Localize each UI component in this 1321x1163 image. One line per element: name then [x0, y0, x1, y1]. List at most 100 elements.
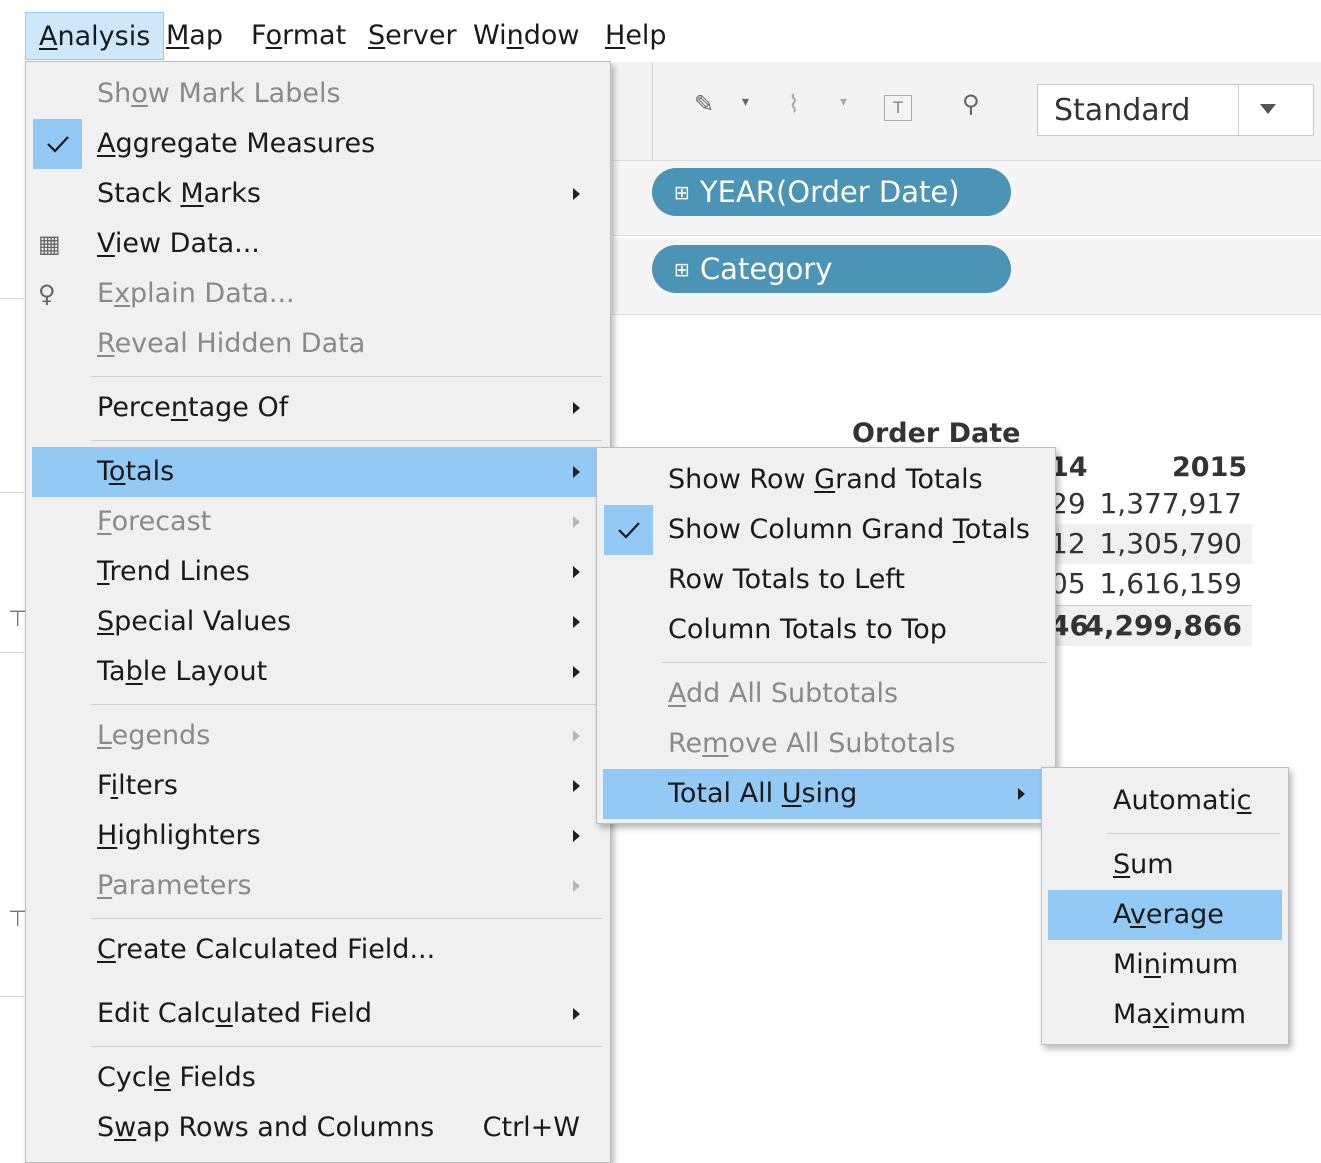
checkmark-icon	[33, 119, 82, 169]
pill-label: Category	[699, 252, 833, 286]
menu-item-show-column-grand-totals[interactable]: Show Column Grand Totals	[603, 505, 1049, 555]
menu-map[interactable]: Map	[153, 12, 236, 60]
expand-icon[interactable]: ⊞	[674, 182, 690, 204]
menu-item-total-all-using[interactable]: Total All Using	[603, 769, 1049, 819]
menu-item-maximum[interactable]: Maximum	[1048, 990, 1282, 1040]
paperclip-icon[interactable]: ⌇	[788, 90, 800, 118]
menu-item-label: View Data...	[97, 228, 260, 259]
chevron-down-icon[interactable]: ▾	[742, 94, 749, 110]
menu-item-label: Reveal Hidden Data	[97, 328, 366, 359]
fit-dropdown-value: Standard	[1054, 93, 1191, 128]
expand-icon[interactable]: ⊞	[674, 259, 690, 281]
highlight-pen-icon[interactable]: ✎	[694, 90, 714, 118]
menu-window[interactable]: Window	[460, 12, 592, 60]
analysis-menu: Show Mark Labels Aggregate Measures Stack …	[25, 61, 611, 1163]
pill-label: YEAR(Order Date)	[699, 175, 960, 209]
table-cell: 4,299,866	[1084, 609, 1242, 642]
menu-item-filters[interactable]: Filters	[32, 761, 604, 811]
menu-item-stack-marks[interactable]: Stack Marks	[32, 169, 604, 219]
menubar: Analysis Map Format Server Window Help	[0, 0, 1321, 62]
menu-item-add-all-subtotals[interactable]: Add All Subtotals	[603, 669, 1049, 719]
divider	[652, 62, 653, 160]
submenu-arrow-icon	[573, 616, 580, 628]
menu-item-label: Show Column Grand Totals	[668, 514, 1030, 545]
menu-item-highlighters[interactable]: Highlighters	[32, 811, 604, 861]
submenu-arrow-icon	[573, 466, 580, 478]
menu-item-legends[interactable]: Legends	[32, 711, 604, 761]
menu-separator	[91, 918, 602, 919]
menu-item-cycle-fields[interactable]: Cycle Fields	[32, 1053, 604, 1103]
checkmark-icon	[604, 505, 653, 555]
rows-pill[interactable]: ⊞ Category	[652, 245, 1011, 293]
fit-dropdown[interactable]: Standard	[1037, 84, 1314, 136]
submenu-arrow-icon	[573, 880, 580, 892]
column-header-title: Order Date	[852, 418, 1021, 449]
menu-item-table-layout[interactable]: Table Layout	[32, 647, 604, 697]
submenu-arrow-icon	[573, 830, 580, 842]
submenu-arrow-icon	[1018, 788, 1025, 800]
menu-help[interactable]: Help	[592, 12, 680, 60]
menu-item-automatic[interactable]: Automatic	[1048, 776, 1282, 826]
menu-item-totals[interactable]: Totals	[32, 447, 604, 497]
menu-item-sum[interactable]: Sum	[1048, 840, 1282, 890]
menu-item-label: Show Row Grand Totals	[668, 464, 983, 495]
menu-item-swap-rows-and-columns[interactable]: Swap Rows and Columns Ctrl+W	[32, 1103, 604, 1153]
menu-item-label: Total All Using	[668, 778, 858, 809]
chevron-down-icon	[1260, 104, 1276, 114]
menu-item-label: Legends	[97, 720, 211, 751]
menu-item-label: Edit Calculated Field	[97, 998, 373, 1029]
menu-item-trend-lines[interactable]: Trend Lines	[32, 547, 604, 597]
columns-pill[interactable]: ⊞ YEAR(Order Date)	[652, 168, 1011, 216]
grand-total-row: 46 4,299,866	[1042, 605, 1252, 646]
columns-shelf: ⊞ YEAR(Order Date)	[612, 161, 1321, 236]
menu-item-edit-calculated-field[interactable]: Edit Calculated Field	[32, 989, 604, 1039]
menu-item-label: Special Values	[97, 606, 292, 637]
submenu-arrow-icon	[573, 780, 580, 792]
menu-item-label: Trend Lines	[97, 556, 250, 587]
menu-item-remove-all-subtotals[interactable]: Remove All Subtotals	[603, 719, 1049, 769]
submenu-arrow-icon	[573, 1008, 580, 1020]
menu-item-label: Highlighters	[97, 820, 261, 851]
menu-item-label: Table Layout	[97, 656, 268, 687]
submenu-arrow-icon	[573, 188, 580, 200]
menu-item-show-mark-labels[interactable]: Show Mark Labels	[32, 69, 604, 119]
submenu-arrow-icon	[573, 402, 580, 414]
divider	[0, 298, 24, 299]
menu-item-label: Forecast	[97, 506, 212, 537]
menu-format[interactable]: Format	[238, 12, 359, 60]
menu-item-label: Average	[1113, 899, 1224, 930]
menu-server[interactable]: Server	[355, 12, 470, 60]
submenu-arrow-icon	[573, 666, 580, 678]
menu-item-label: Swap Rows and Columns	[97, 1112, 435, 1143]
menu-item-explain-data[interactable]: ♀ Explain Data...	[32, 269, 604, 319]
menu-item-average[interactable]: Average	[1048, 890, 1282, 940]
menu-item-parameters[interactable]: Parameters	[32, 861, 604, 911]
menu-item-label: Parameters	[97, 870, 252, 901]
menu-item-label: Show Mark Labels	[97, 78, 341, 109]
menu-item-percentage-of[interactable]: Percentage Of	[32, 383, 604, 433]
menu-item-label: Add All Subtotals	[668, 678, 899, 709]
menu-item-aggregate-measures[interactable]: Aggregate Measures	[32, 119, 604, 169]
menu-item-view-data[interactable]: ▦ View Data...	[32, 219, 604, 269]
menu-item-label: Cycle Fields	[97, 1062, 256, 1093]
submenu-arrow-icon	[573, 516, 580, 528]
text-box-icon[interactable]: T	[884, 95, 912, 121]
menu-item-label: Row Totals to Left	[668, 564, 905, 595]
menu-item-row-totals-to-left[interactable]: Row Totals to Left	[603, 555, 1049, 605]
menu-analysis[interactable]: Analysis	[25, 12, 165, 60]
menu-item-show-row-grand-totals[interactable]: Show Row Grand Totals	[603, 455, 1049, 505]
menu-item-label: Explain Data...	[97, 278, 295, 309]
menu-separator	[91, 704, 602, 705]
menu-item-reveal-hidden-data[interactable]: Reveal Hidden Data	[32, 319, 604, 369]
menu-item-label: Totals	[97, 456, 175, 487]
menu-item-label: Sum	[1113, 849, 1174, 880]
menu-item-create-calculated-field[interactable]: Create Calculated Field...	[32, 925, 604, 975]
total-all-using-submenu: Automatic Sum Average Minimum Maximum	[1041, 767, 1289, 1045]
menu-item-forecast[interactable]: Forecast	[32, 497, 604, 547]
shortcut-label: Ctrl+W	[482, 1112, 580, 1143]
menu-item-minimum[interactable]: Minimum	[1048, 940, 1282, 990]
menu-item-special-values[interactable]: Special Values	[32, 597, 604, 647]
pin-icon[interactable]: ⚲	[962, 90, 980, 118]
menu-item-column-totals-to-top[interactable]: Column Totals to Top	[603, 605, 1049, 655]
chevron-down-icon[interactable]: ▾	[840, 94, 847, 110]
